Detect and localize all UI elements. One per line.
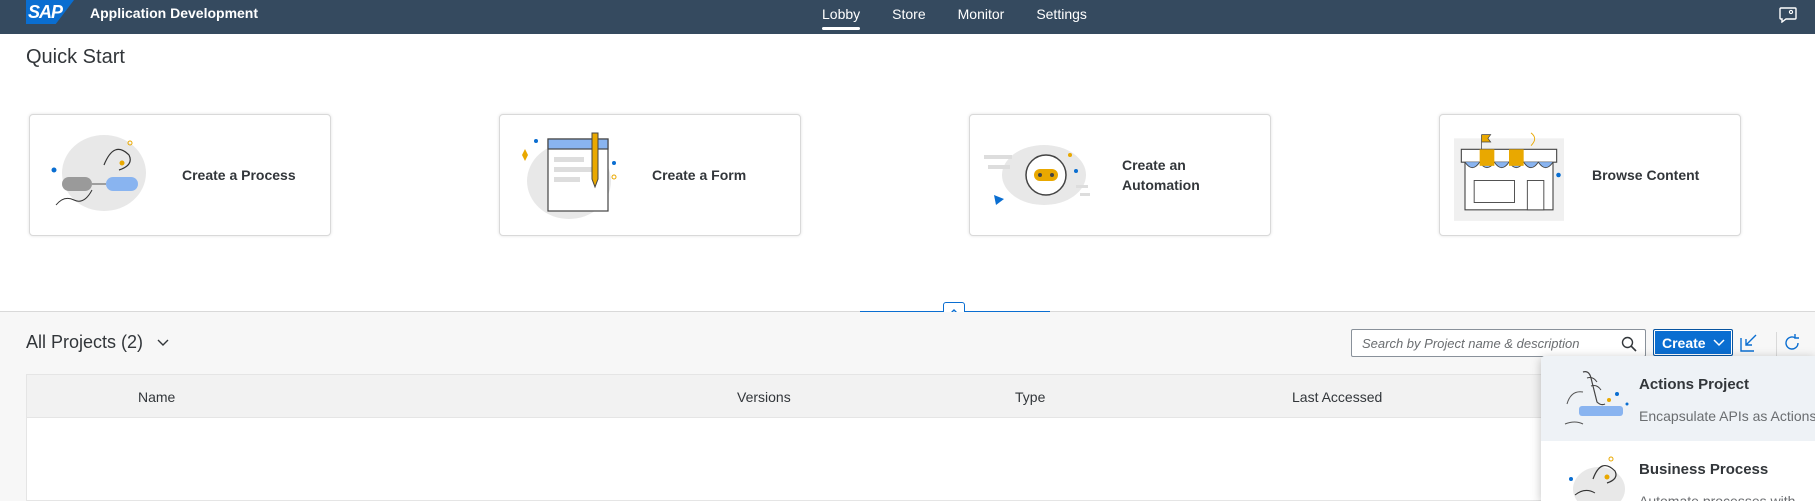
store-illustration-icon — [1454, 132, 1564, 221]
quick-start-title: Quick Start — [26, 46, 125, 68]
menu-item-description: Automate processes with — [1639, 493, 1796, 501]
create-menu-popover: Actions Project Encapsulate APIs as Acti… — [1541, 356, 1815, 501]
toolbar-separator — [1776, 332, 1777, 356]
automation-robot-icon — [984, 145, 1090, 205]
top-nav: Lobby Store Monitor Settings — [822, 0, 1119, 34]
nav-lobby[interactable]: Lobby — [822, 0, 861, 34]
import-icon[interactable] — [1738, 332, 1760, 354]
menu-item-title: Business Process — [1639, 461, 1769, 478]
card-label: Browse Content — [1592, 167, 1700, 183]
column-last-accessed[interactable]: Last Accessed — [1292, 389, 1382, 405]
column-type[interactable]: Type — [1015, 389, 1045, 405]
process-illustration-icon — [51, 135, 146, 211]
app-title: Application Development — [90, 5, 259, 21]
create-label: Create — [1662, 334, 1706, 351]
shell-bar: SAP Application Development Lobby Store … — [0, 0, 1815, 34]
card-create-process[interactable]: Create a Process — [29, 114, 331, 236]
menu-item-description: Encapsulate APIs as Actions — [1639, 408, 1815, 424]
search-icon[interactable] — [1621, 336, 1637, 352]
chevron-down-icon — [1713, 338, 1725, 346]
nav-monitor[interactable]: Monitor — [958, 0, 1005, 34]
nav-settings[interactable]: Settings — [1036, 0, 1087, 34]
business-process-icon — [1569, 456, 1625, 501]
menu-item-business-process[interactable]: Business Process Automate processes with — [1541, 441, 1815, 501]
menu-item-title: Actions Project — [1639, 376, 1750, 393]
card-browse-content[interactable]: Browse Content — [1439, 114, 1741, 236]
card-label: Create a Form — [652, 167, 747, 183]
chevron-down-icon — [157, 339, 169, 346]
card-label: Create a Process — [182, 167, 296, 183]
card-label: Create an Automation — [1122, 157, 1200, 193]
menu-item-actions-project[interactable]: Actions Project Encapsulate APIs as Acti… — [1541, 356, 1815, 441]
feedback-icon[interactable] — [1779, 7, 1797, 23]
form-illustration-icon — [522, 132, 617, 219]
logo-text: SAP — [28, 1, 63, 22]
search-input[interactable] — [1352, 335, 1607, 351]
card-create-automation[interactable]: Create an Automation — [969, 114, 1271, 236]
refresh-icon[interactable] — [1781, 332, 1803, 354]
nav-store[interactable]: Store — [892, 0, 925, 34]
actions-project-icon — [1564, 371, 1629, 425]
sap-logo[interactable]: SAP — [26, 0, 74, 24]
column-versions[interactable]: Versions — [737, 389, 791, 405]
card-create-form[interactable]: Create a Form — [499, 114, 801, 236]
create-button[interactable]: Create — [1653, 329, 1733, 356]
all-projects-selector[interactable]: All Projects (2) — [26, 332, 169, 353]
projects-title: All Projects (2) — [26, 332, 144, 352]
column-name[interactable]: Name — [138, 389, 175, 405]
project-search — [1351, 329, 1646, 357]
